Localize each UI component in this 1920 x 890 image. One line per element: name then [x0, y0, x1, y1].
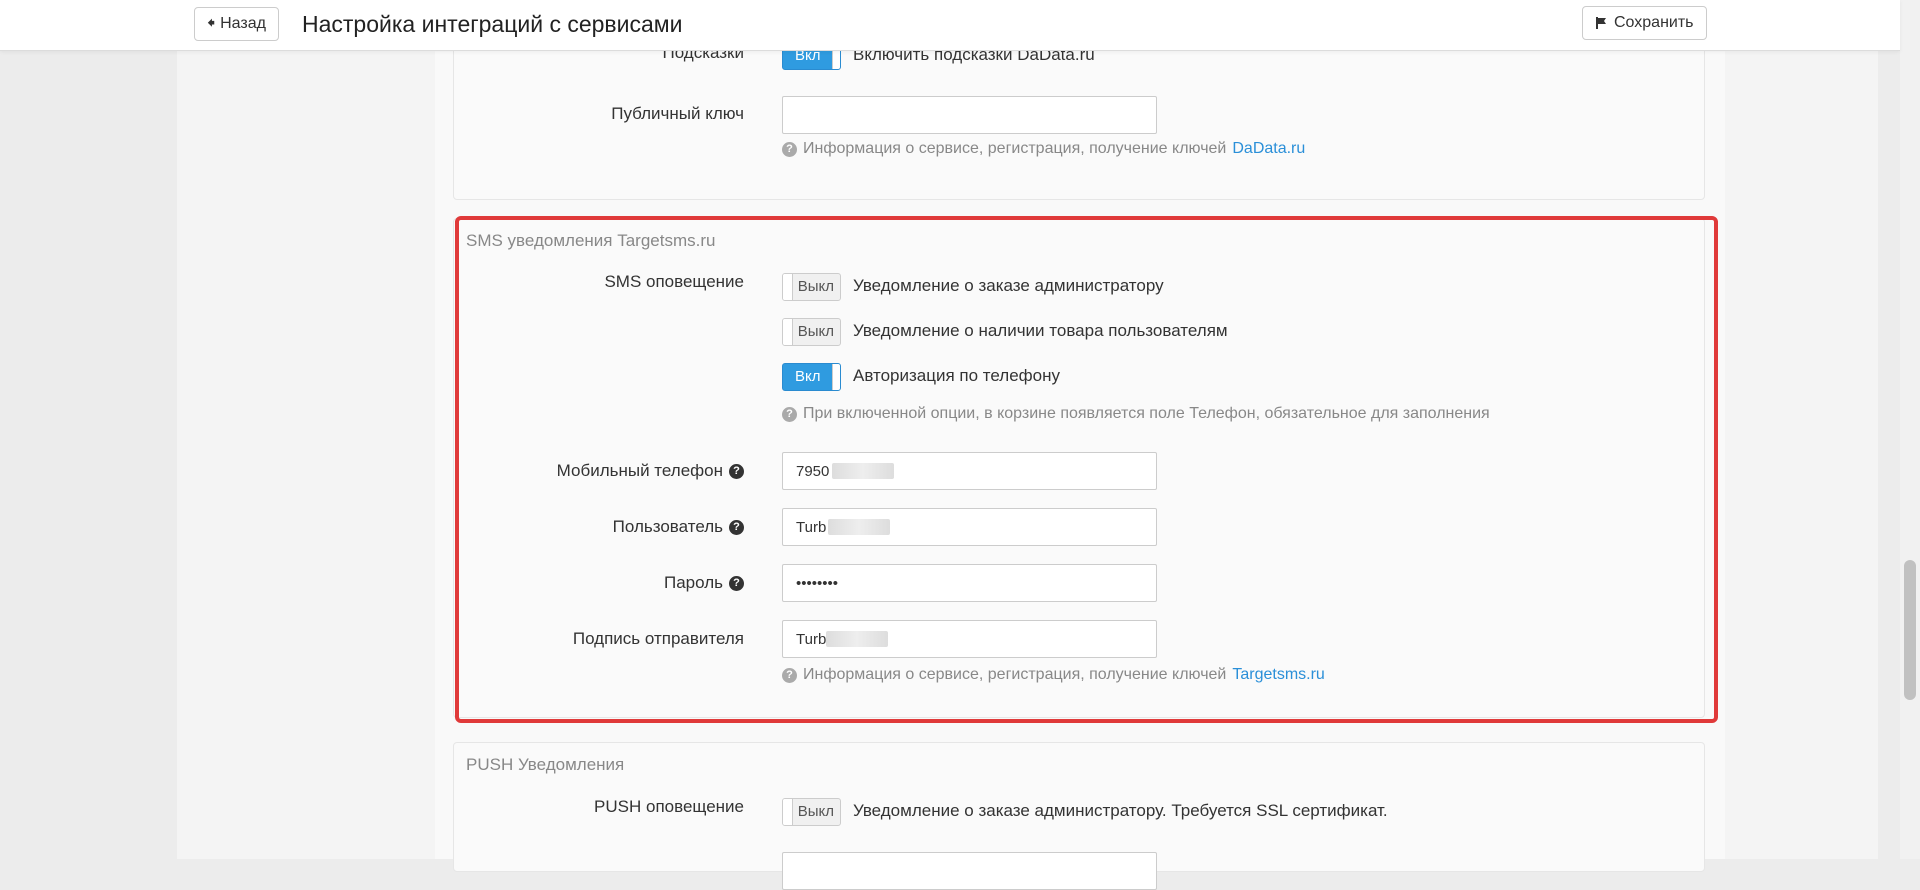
back-button[interactable]: 🠸 Назад	[194, 7, 279, 41]
dadata-info: ? Информация о сервисе, регистрация, пол…	[782, 140, 1305, 158]
push-input[interactable]	[782, 852, 1157, 890]
redacted-mask	[826, 631, 888, 647]
sms-notify-label: SMS оповещение	[604, 272, 744, 291]
question-circle-icon: ?	[782, 406, 797, 422]
dadata-link[interactable]: DaData.ru	[1232, 140, 1305, 158]
scrollbar-thumb[interactable]	[1904, 560, 1916, 700]
user-label: Пользователь ?	[613, 517, 744, 537]
question-circle-icon[interactable]: ?	[729, 575, 744, 591]
sms-panel-title: SMS уведомления Targetsms.ru	[466, 231, 716, 250]
targetsms-link[interactable]: Targetsms.ru	[1232, 666, 1324, 684]
question-circle-icon[interactable]: ?	[729, 519, 744, 535]
top-bar: 🠸 Назад Настройка интеграций с сервисами…	[0, 0, 1900, 51]
flag-icon	[1596, 17, 1606, 29]
save-button[interactable]: Сохранить	[1582, 6, 1707, 40]
toggle-phone-auth[interactable]: Вкл	[782, 363, 841, 391]
toggle-stock-users[interactable]: Выкл	[782, 318, 841, 346]
push-notify-label: PUSH оповещение	[594, 797, 744, 816]
password-input[interactable]	[782, 564, 1157, 602]
question-circle-icon: ?	[782, 141, 797, 157]
redacted-mask	[828, 519, 890, 535]
push-panel-title: PUSH Уведомления	[466, 755, 625, 774]
option-admin-order: Уведомление о заказе администратору	[853, 276, 1164, 295]
toggle-admin-order[interactable]: Выкл	[782, 273, 841, 301]
sms-info: ? Информация о сервисе, регистрация, пол…	[782, 666, 1325, 684]
arrow-left-icon: 🠸	[207, 15, 216, 32]
question-circle-icon: ?	[782, 667, 797, 683]
toggle-push-admin[interactable]: Выкл	[782, 798, 841, 826]
scrollbar-track[interactable]	[1900, 0, 1920, 859]
back-button-label: Назад	[220, 15, 266, 32]
public-key-input[interactable]	[782, 96, 1157, 134]
password-label: Пароль ?	[664, 573, 744, 593]
public-key-label: Публичный ключ	[611, 104, 744, 123]
redacted-mask	[832, 463, 894, 479]
option-stock-users: Уведомление о наличии товара пользовател…	[853, 321, 1228, 340]
option-phone-auth: Авторизация по телефону	[853, 366, 1060, 385]
option-push-admin: Уведомление о заказе администратору. Тре…	[853, 801, 1388, 820]
phone-auth-help: ? При включенной опции, в корзине появля…	[782, 405, 1490, 423]
question-circle-icon[interactable]: ?	[729, 463, 744, 479]
mobile-label: Мобильный телефон ?	[557, 461, 744, 481]
page-title: Настройка интеграций с сервисами	[302, 11, 683, 37]
sender-label: Подпись отправителя	[572, 629, 744, 648]
save-button-label: Сохранить	[1614, 14, 1694, 31]
